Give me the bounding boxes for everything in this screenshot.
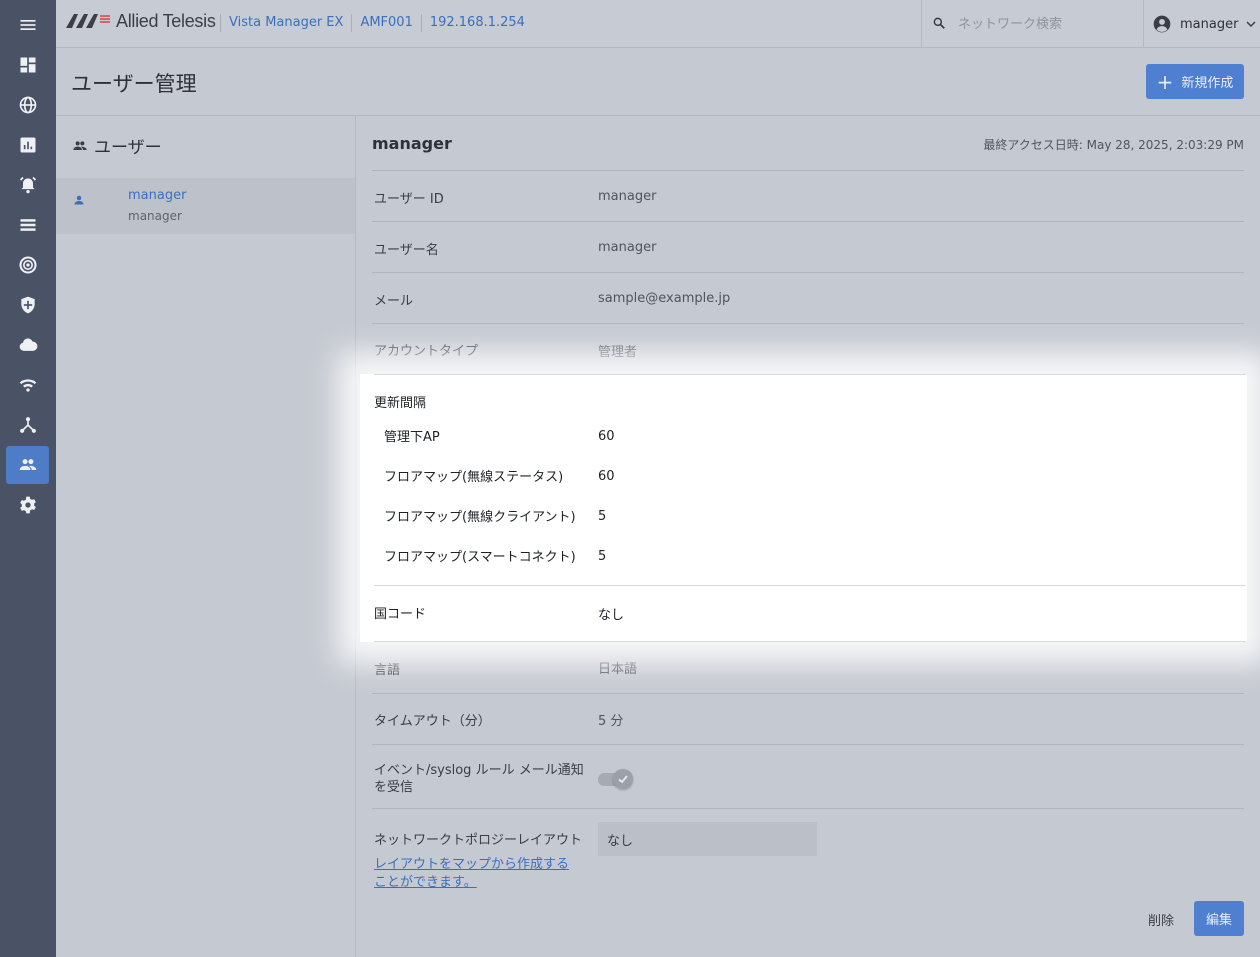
wifi-icon[interactable] [6, 366, 49, 404]
divider [372, 272, 1244, 273]
language-label: 言語 [374, 663, 401, 678]
last-access-time: 最終アクセス日時: May 28, 2025, 2:03:29 PM [983, 138, 1244, 152]
list-item[interactable]: manager manager [56, 178, 355, 234]
allied-telesis-logo-icon [66, 14, 110, 28]
refresh-interval-label: 更新間隔 [374, 396, 427, 411]
top-bar: Allied Telesis Vista Manager EX AMF001 1… [56, 0, 1260, 48]
divider [372, 693, 1244, 694]
list-icon[interactable] [6, 206, 49, 244]
event-mail-label-line1: イベント/syslog ルール メール通知 [374, 763, 584, 778]
new-user-button-label: 新規作成 [1181, 76, 1234, 91]
page-header: ユーザー管理 + 新規作成 [56, 48, 1260, 116]
refresh-ap-label: 管理下AP [384, 430, 440, 445]
timeout-label: タイムアウト（分） [374, 714, 491, 729]
divider [372, 170, 1244, 171]
account-type-label: アカウントタイプ [374, 344, 479, 359]
breadcrumb: Vista Manager EX AMF001 192.168.1.254 [220, 14, 533, 32]
users-icon [73, 140, 87, 150]
radar-icon[interactable] [6, 246, 49, 284]
language-value: 日本語 [598, 662, 638, 677]
edit-button[interactable]: 編集 [1194, 901, 1244, 936]
email-label: メール [374, 294, 414, 309]
timeout-value: 5 分 [598, 714, 624, 729]
refresh-floormap-smartconnect-value: 5 [598, 549, 607, 564]
network-search [921, 0, 1144, 47]
topology-icon[interactable] [6, 406, 49, 444]
toggle-knob [613, 769, 633, 789]
new-user-button[interactable]: + 新規作成 [1146, 64, 1244, 99]
refresh-ap-value: 60 [598, 429, 615, 444]
divider [372, 221, 1244, 222]
delete-button[interactable]: 削除 [1148, 910, 1174, 929]
topology-layout-select[interactable]: なし [598, 822, 817, 856]
sidebar-rail [0, 0, 56, 957]
page-title: ユーザー管理 [71, 72, 197, 96]
account-circle-icon [1153, 15, 1171, 33]
highlighted-settings: 更新間隔 管理下AP 60 フロアマップ(無線ステータス) 60 フロアマップ(… [360, 374, 1247, 642]
topology-layout-label: ネットワークトポロジーレイアウト [374, 833, 583, 848]
user-name-label: ユーザー名 [374, 243, 439, 258]
breadcrumb-amf[interactable]: AMF001 [351, 14, 420, 32]
chevron-down-icon [1246, 21, 1256, 28]
divider [372, 744, 1244, 745]
user-menu[interactable]: manager [1152, 14, 1256, 34]
user-list-title: ユーザー [94, 138, 162, 158]
country-code-value: なし [598, 608, 625, 623]
list-item-primary: manager [128, 188, 187, 203]
check-icon [618, 775, 628, 784]
brand-logo[interactable]: Allied Telesis [66, 10, 216, 32]
user-menu-name: manager [1180, 16, 1239, 32]
refresh-floormap-status-value: 60 [598, 469, 615, 484]
user-id-label: ユーザー ID [374, 192, 444, 207]
refresh-floormap-client-value: 5 [598, 509, 607, 524]
shield-icon[interactable] [6, 286, 49, 324]
divider [374, 374, 1246, 375]
event-mail-label-line2: を受信 [374, 780, 414, 795]
users-icon[interactable] [6, 446, 49, 484]
divider [372, 808, 1244, 809]
breadcrumb-product[interactable]: Vista Manager EX [220, 14, 351, 32]
divider [372, 323, 1244, 324]
refresh-floormap-client-label: フロアマップ(無線クライアント) [384, 510, 576, 525]
account-type-value: 管理者 [598, 345, 638, 360]
plus-icon: + [1156, 69, 1174, 94]
alarm-icon[interactable] [6, 166, 49, 204]
divider [374, 641, 1246, 642]
person-icon [74, 195, 84, 205]
refresh-floormap-status-label: フロアマップ(無線ステータス) [384, 470, 564, 485]
detail-user-name: manager [372, 134, 452, 153]
search-icon [933, 17, 945, 29]
user-name-value: manager [598, 240, 657, 255]
chart-icon[interactable] [6, 126, 49, 164]
email-value: sample@example.jp [598, 291, 731, 306]
menu-icon[interactable] [6, 6, 49, 44]
user-list-panel: ユーザー manager manager [56, 116, 356, 957]
dashboard-icon[interactable] [6, 46, 49, 84]
event-mail-label: イベント/syslog ルール メール通知 を受信 [374, 762, 584, 796]
divider [374, 585, 1246, 586]
user-id-value: manager [598, 189, 657, 204]
breadcrumb-ip[interactable]: 192.168.1.254 [420, 14, 533, 32]
event-mail-toggle[interactable] [598, 769, 634, 789]
search-input[interactable] [956, 12, 1140, 36]
brand-name: Allied Telesis [116, 10, 216, 31]
refresh-floormap-smartconnect-label: フロアマップ(スマートコネクト) [384, 550, 576, 565]
country-code-label: 国コード [374, 607, 427, 622]
cloud-icon[interactable] [6, 326, 49, 364]
user-list-header: ユーザー [72, 133, 162, 158]
create-layout-link[interactable]: レイアウトをマップから作成することができます。 [374, 856, 574, 892]
list-item-secondary: manager [128, 209, 182, 223]
globe-icon[interactable] [6, 86, 49, 124]
settings-icon[interactable] [6, 486, 49, 524]
